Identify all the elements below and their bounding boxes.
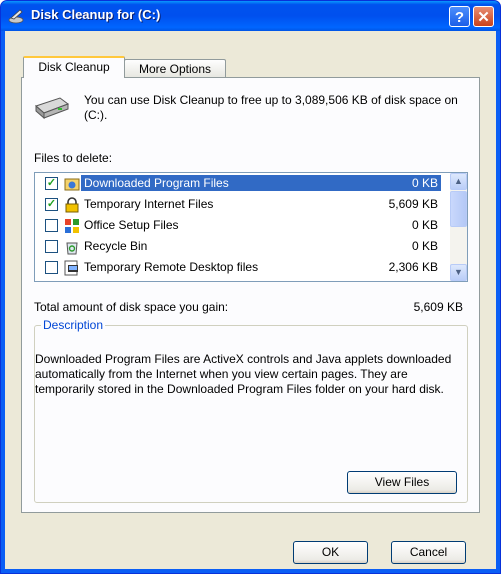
list-item[interactable]: Temporary Remote Desktop files 2,306 KB <box>35 257 449 278</box>
scroll-thumb[interactable] <box>450 191 467 227</box>
list-item-size: 0 KB <box>411 239 438 253</box>
checkbox[interactable]: ✓ <box>45 177 58 190</box>
remote-desktop-icon <box>64 260 78 276</box>
window-title: Disk Cleanup for (C:) <box>31 7 161 22</box>
disk-cleanup-icon <box>8 9 24 24</box>
total-gain-value: 5,609 KB <box>413 300 463 314</box>
disk-cleanup-window: Disk Cleanup for (C:) ? ✕ Disk Cleanup M… <box>0 0 501 574</box>
title-bar[interactable]: Disk Cleanup for (C:) ? ✕ <box>1 1 500 31</box>
list-item[interactable]: ✓ Temporary Internet Files 5,609 KB <box>35 194 449 215</box>
list-item-size: 0 KB <box>411 218 438 232</box>
tab-disk-cleanup[interactable]: Disk Cleanup <box>23 56 125 78</box>
list-item[interactable]: Office Setup Files 0 KB <box>35 215 449 236</box>
files-list[interactable]: ✓ Downloaded Program Files 0 KB ✓ Tempor… <box>34 172 468 282</box>
list-item-label: Office Setup Files <box>84 218 179 232</box>
ok-button[interactable]: OK <box>293 541 368 564</box>
checkbox[interactable] <box>45 219 58 232</box>
checkbox[interactable] <box>45 261 58 274</box>
help-button[interactable]: ? <box>449 6 470 27</box>
info-text: You can use Disk Cleanup to free up to 3… <box>84 93 458 122</box>
close-button[interactable]: ✕ <box>473 6 494 27</box>
description-group: Description Downloaded Program Files are… <box>34 318 468 503</box>
list-item[interactable]: Recycle Bin 0 KB <box>35 236 449 257</box>
tab-panel: You can use Disk Cleanup to free up to 3… <box>21 77 480 513</box>
hard-drive-icon <box>35 97 70 120</box>
description-text: Downloaded Program Files are ActiveX con… <box>35 352 452 396</box>
list-scrollbar[interactable]: ▲ ▼ <box>450 173 467 281</box>
tab-more-options[interactable]: More Options <box>124 59 226 78</box>
office-icon <box>65 219 79 233</box>
list-item-size: 5,609 KB <box>388 197 438 211</box>
list-item-label: Temporary Internet Files <box>84 197 214 211</box>
list-item-label: Downloaded Program Files <box>81 175 377 191</box>
list-item[interactable]: ✓ Downloaded Program Files 0 KB <box>35 173 449 194</box>
list-item-size: 0 KB <box>338 175 441 191</box>
view-files-button[interactable]: View Files <box>347 471 457 494</box>
lock-icon <box>65 197 79 213</box>
files-to-delete-label: Files to delete: <box>34 151 113 165</box>
description-title: Description <box>41 318 106 332</box>
scroll-up-arrow-icon[interactable]: ▲ <box>450 173 467 190</box>
list-item-label: Recycle Bin <box>84 239 148 253</box>
list-item-label: Temporary Remote Desktop files <box>84 260 259 274</box>
downloaded-files-icon <box>64 178 80 191</box>
checkbox[interactable] <box>45 240 58 253</box>
checkbox[interactable]: ✓ <box>45 198 58 211</box>
dialog-body: Disk Cleanup More Options You can use Di… <box>5 31 496 569</box>
recycle-bin-icon <box>66 242 78 255</box>
cancel-button[interactable]: Cancel <box>391 541 466 564</box>
total-gain-label: Total amount of disk space you gain: <box>34 300 229 314</box>
list-item-size: 2,306 KB <box>388 260 438 274</box>
scroll-down-arrow-icon[interactable]: ▼ <box>450 264 467 281</box>
